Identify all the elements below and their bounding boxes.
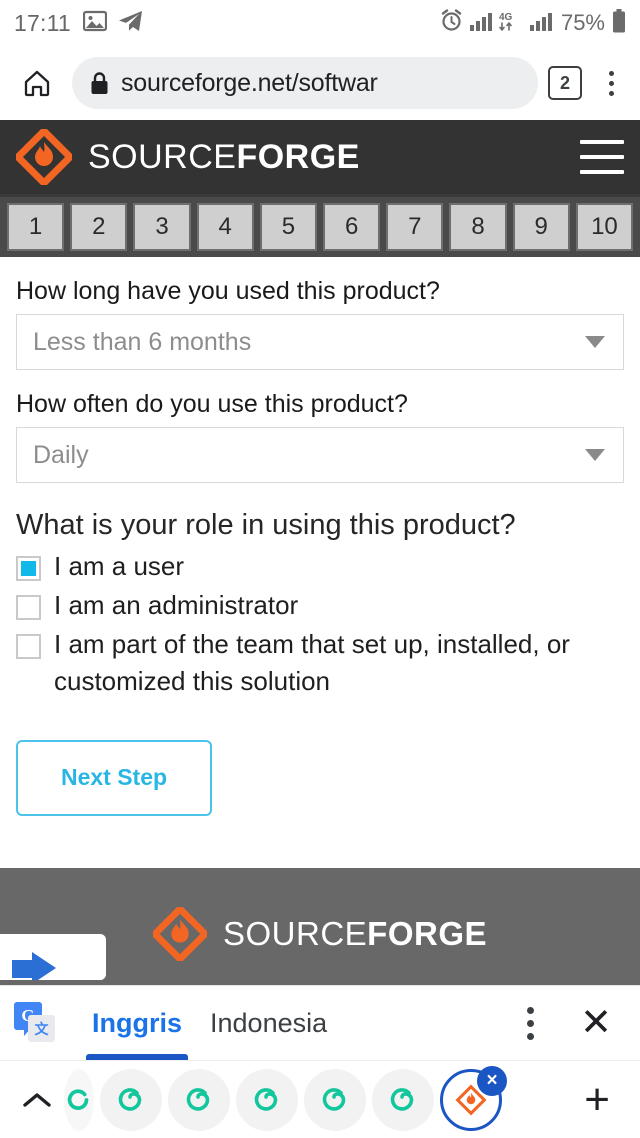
brand-source: SOURCE bbox=[88, 137, 237, 176]
translate-char-glyph: 文 bbox=[28, 1015, 55, 1042]
url-text: sourceforge.net/softwar bbox=[121, 68, 378, 97]
tab-item[interactable] bbox=[236, 1068, 298, 1131]
role-checkbox-row-administrator[interactable]: I am an administrator bbox=[16, 587, 624, 624]
translate-menu-icon[interactable] bbox=[526, 1006, 534, 1040]
rating-option-4[interactable]: 4 bbox=[196, 203, 254, 251]
sourceforge-flame-logo-footer bbox=[152, 907, 207, 961]
checkbox-administrator-label: I am an administrator bbox=[54, 589, 299, 620]
checkbox-user[interactable] bbox=[16, 556, 41, 581]
survey-form: How long have you used this product? Les… bbox=[0, 277, 640, 816]
home-icon[interactable] bbox=[16, 62, 58, 104]
bottom-tab-strip: × + bbox=[0, 1060, 640, 1138]
webpage-viewport: SOURCEFORGE 1 2 3 4 5 6 7 8 9 10 How lon… bbox=[0, 120, 640, 1000]
chevron-up-icon[interactable] bbox=[14, 1090, 60, 1110]
role-checkbox-row-team[interactable]: I am part of the team that set up, insta… bbox=[16, 626, 624, 700]
rating-option-9[interactable]: 9 bbox=[512, 203, 570, 251]
tab-count-button[interactable]: 2 bbox=[548, 66, 582, 100]
sourceforge-brand-footer: SOURCEFORGE bbox=[223, 915, 487, 953]
rating-option-1[interactable]: 1 bbox=[7, 203, 65, 251]
rating-option-10[interactable]: 10 bbox=[575, 203, 634, 251]
google-translate-icon: G 文 bbox=[14, 1002, 56, 1044]
rating-option-5[interactable]: 5 bbox=[259, 203, 318, 251]
checkbox-team[interactable] bbox=[16, 633, 41, 659]
tab-item-partial[interactable] bbox=[64, 1068, 94, 1131]
status-time: 17:11 bbox=[14, 9, 71, 36]
tab-list: × bbox=[64, 1065, 507, 1131]
tab-item[interactable] bbox=[168, 1068, 230, 1131]
lock-icon bbox=[90, 71, 109, 95]
three-dot-menu-icon[interactable] bbox=[598, 66, 624, 100]
chevron-down-icon bbox=[585, 449, 605, 461]
promo-card-thumbnail[interactable] bbox=[0, 934, 106, 980]
checkbox-user-label: I am a user bbox=[54, 551, 185, 581]
status-right-icons: 4G 75% bbox=[440, 8, 626, 38]
footer-brand-forge: FORGE bbox=[367, 915, 488, 952]
signal-bars-2-icon bbox=[529, 11, 552, 36]
role-checkbox-row-user[interactable]: I am a user bbox=[16, 548, 624, 585]
close-tab-icon[interactable]: × bbox=[477, 1065, 507, 1096]
rating-option-2[interactable]: 2 bbox=[70, 203, 128, 251]
question-role-label: What is your role in using this product? bbox=[16, 509, 516, 541]
translate-bar-actions: ✕ bbox=[526, 1004, 626, 1042]
translate-source-language[interactable]: Inggris bbox=[78, 986, 196, 1060]
image-icon bbox=[82, 10, 107, 37]
telegram-send-icon bbox=[118, 10, 143, 37]
translate-target-language[interactable]: Indonesia bbox=[196, 986, 341, 1060]
hamburger-menu-icon[interactable] bbox=[580, 140, 624, 174]
browser-toolbar: sourceforge.net/softwar 2 bbox=[0, 46, 640, 120]
phone-screen: 17:11 4G 75% sourceforge.net/softwar 2 S… bbox=[0, 0, 640, 1138]
sourceforge-brand: SOURCEFORGE bbox=[88, 138, 360, 177]
usage-frequency-select[interactable]: Daily bbox=[16, 427, 624, 483]
checkbox-administrator[interactable] bbox=[16, 594, 41, 620]
status-left-icons bbox=[82, 10, 143, 37]
translate-close-icon[interactable]: ✕ bbox=[580, 1004, 612, 1042]
alarm-clock-icon bbox=[440, 9, 463, 37]
next-step-button[interactable]: Next Step bbox=[16, 739, 212, 816]
battery-icon bbox=[612, 8, 626, 38]
url-bar[interactable]: sourceforge.net/softwar bbox=[72, 57, 538, 109]
question-usage-duration-label: How long have you used this product? bbox=[16, 277, 440, 305]
google-translate-bar: G 文 Inggris Indonesia ✕ bbox=[0, 985, 640, 1060]
brand-forge: FORGE bbox=[236, 137, 360, 176]
tab-item[interactable] bbox=[100, 1068, 162, 1131]
checkbox-team-label: I am part of the team that set up, insta… bbox=[54, 628, 570, 696]
rating-option-3[interactable]: 3 bbox=[133, 203, 191, 251]
tab-item[interactable] bbox=[372, 1068, 434, 1131]
signal-bars-icon bbox=[469, 11, 492, 36]
sourceforge-flame-logo[interactable] bbox=[16, 129, 72, 185]
usage-duration-value: Less than 6 months bbox=[33, 327, 252, 356]
rating-option-7[interactable]: 7 bbox=[386, 203, 444, 251]
chevron-down-icon bbox=[585, 336, 605, 348]
rating-scale: 1 2 3 4 5 6 7 8 9 10 bbox=[0, 194, 640, 257]
tab-item[interactable] bbox=[304, 1068, 366, 1131]
sourceforge-site-header: SOURCEFORGE bbox=[0, 120, 640, 194]
tab-item-active-sourceforge[interactable]: × bbox=[440, 1065, 507, 1131]
svg-text:4G: 4G bbox=[499, 12, 513, 23]
4g-network-icon: 4G bbox=[499, 10, 523, 37]
usage-duration-select[interactable]: Less than 6 months bbox=[16, 314, 624, 370]
footer-brand-source: SOURCE bbox=[222, 915, 368, 952]
question-usage-frequency-label: How often do you use this product? bbox=[16, 390, 408, 418]
rating-option-8[interactable]: 8 bbox=[449, 203, 507, 251]
rating-option-6[interactable]: 6 bbox=[323, 203, 381, 251]
status-bar: 17:11 4G 75% bbox=[0, 0, 640, 46]
new-tab-button[interactable]: + bbox=[584, 1077, 626, 1122]
usage-frequency-value: Daily bbox=[33, 440, 89, 469]
battery-percent: 75% bbox=[560, 10, 605, 35]
